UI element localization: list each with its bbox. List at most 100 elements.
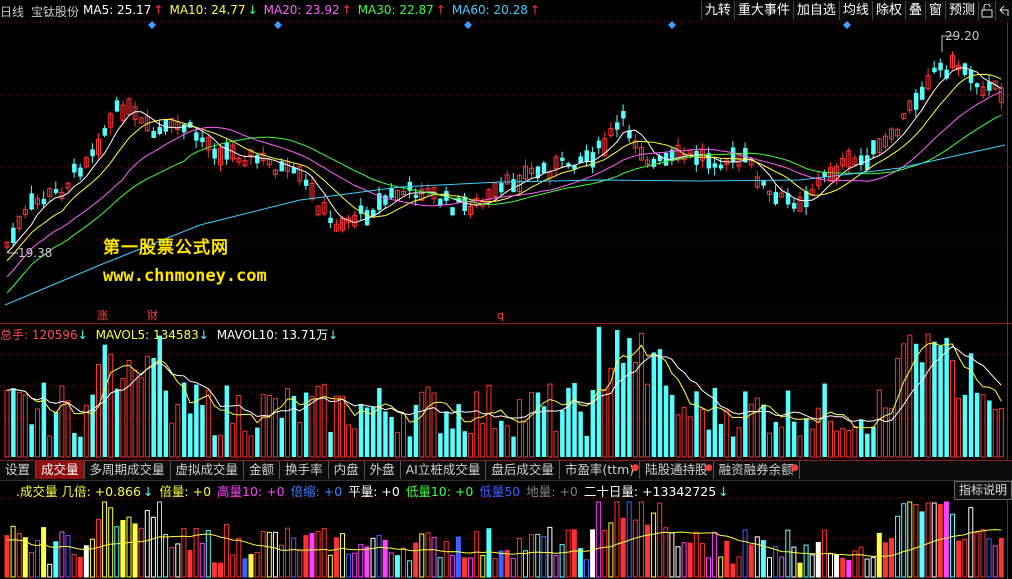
indicator-bar (492, 558, 498, 578)
tab-7[interactable]: 外盘 (365, 461, 401, 479)
volume-bar (22, 394, 28, 458)
tab-12[interactable]: 融资融券余额 ● (714, 461, 800, 479)
volume-bar (114, 388, 120, 457)
indicator-bar (968, 507, 974, 578)
volume-bar (956, 397, 962, 458)
indicator-bar (730, 563, 736, 578)
tab-5[interactable]: 换手率 (280, 461, 329, 479)
candle-body (151, 130, 156, 138)
volume-bar (663, 385, 669, 457)
indicator-bar (962, 538, 968, 578)
indicator-bar (468, 557, 474, 578)
tab-1[interactable]: 成交量 (36, 461, 85, 479)
volume-bar (108, 353, 114, 458)
indicator-bar (889, 538, 894, 578)
indicator-explain-button[interactable]: 指标说明 (953, 481, 1012, 500)
volume-bar (730, 436, 736, 457)
indicator-bar (992, 545, 998, 578)
indicator-bar (706, 557, 711, 578)
volume-bar (394, 431, 400, 458)
indicator-bar (559, 544, 565, 578)
candle-body (438, 198, 443, 206)
candle-body (615, 122, 620, 130)
indicator-bar (419, 533, 425, 578)
volume-bar (535, 392, 541, 457)
indicator-field-8: 二十日量: +13342725 (583, 484, 717, 499)
indicator-bar (901, 503, 907, 578)
indicator-bar (895, 515, 901, 578)
volume-bar (840, 427, 846, 458)
candle-body (224, 142, 230, 160)
volume-bar (419, 391, 425, 458)
indicator-bar (541, 536, 547, 578)
indicator-bar (449, 554, 455, 578)
tab-label: 换手率 (285, 462, 323, 477)
tab-4[interactable]: 金额 (244, 461, 281, 479)
volume-bar (11, 388, 16, 457)
volume-bar (41, 382, 47, 457)
candle-body (255, 154, 260, 164)
candle-body (541, 162, 547, 174)
candle-body (791, 203, 797, 209)
indicator-bar (602, 529, 608, 578)
indicator-bar (687, 542, 693, 578)
volume-bar (687, 416, 693, 458)
total-volume-arrow-icon: ↓ (77, 328, 88, 342)
indicator-bar (47, 563, 53, 578)
volume-bar (553, 430, 559, 458)
watermark-url: www.chnmoney.com (103, 266, 267, 286)
volume-bar (291, 395, 297, 457)
candle-body (706, 153, 711, 169)
event-marker-q[interactable]: q (497, 309, 504, 322)
indicator-bar (175, 543, 181, 578)
tab-10[interactable]: 市盈率(ttm) ● (560, 461, 641, 479)
volume-bar (669, 395, 675, 457)
tab-0[interactable]: 设置 (0, 461, 37, 479)
tab-6[interactable]: 内盘 (329, 461, 365, 479)
volume-bar (96, 364, 101, 458)
candle-body (450, 207, 455, 216)
volume-bar (230, 422, 236, 458)
indicator-bar (736, 556, 742, 578)
volume-bar (504, 425, 510, 458)
indicator-bar (291, 537, 297, 578)
indicator-bar (779, 556, 785, 578)
candle-body (584, 150, 589, 162)
volume-bar (279, 417, 284, 457)
mavol10-label: MAVOL10: 13.71万 (216, 328, 329, 342)
volume-bar (266, 394, 272, 458)
volume-bar (791, 421, 797, 457)
indicator-bar (108, 507, 114, 578)
tab-8[interactable]: AI立桩成交量 (401, 461, 487, 479)
volume-bar (200, 405, 205, 457)
indicator-bar (614, 501, 620, 578)
volume-bar (932, 341, 937, 457)
tab-2[interactable]: 多周期成交量 (85, 461, 171, 479)
mavol5-arrow-icon: ↓ (198, 328, 209, 342)
indicator-bar (956, 540, 962, 578)
candle-body (53, 188, 59, 194)
volume-bar (499, 420, 504, 457)
volume-bar (724, 409, 730, 458)
indicator-bar (986, 538, 992, 578)
event-diamond-icon (148, 21, 156, 29)
tab-11[interactable]: 陆股通持股 ● (640, 461, 714, 479)
volume-bar (950, 359, 955, 458)
volume-bar (541, 406, 547, 457)
indicator-bar (41, 527, 47, 578)
indicator-bar (236, 538, 242, 578)
indicator-bar (272, 531, 278, 578)
candle-body (761, 181, 766, 186)
event-marker-cai[interactable]: 财 (147, 307, 158, 323)
volume-bar (462, 431, 467, 457)
indicator-bar (931, 502, 937, 578)
twenty-day-volume-line (6, 529, 1002, 557)
tab-9[interactable]: 盘后成交量 (486, 461, 560, 479)
candle-body (938, 62, 943, 71)
candle-body (865, 155, 870, 170)
indicator-bar (474, 531, 480, 578)
event-marker-zhang[interactable]: 涨 (97, 307, 108, 323)
indicator-bar (77, 556, 83, 578)
tab-3[interactable]: 虚拟成交量 (171, 461, 245, 479)
candle-body (72, 163, 77, 173)
